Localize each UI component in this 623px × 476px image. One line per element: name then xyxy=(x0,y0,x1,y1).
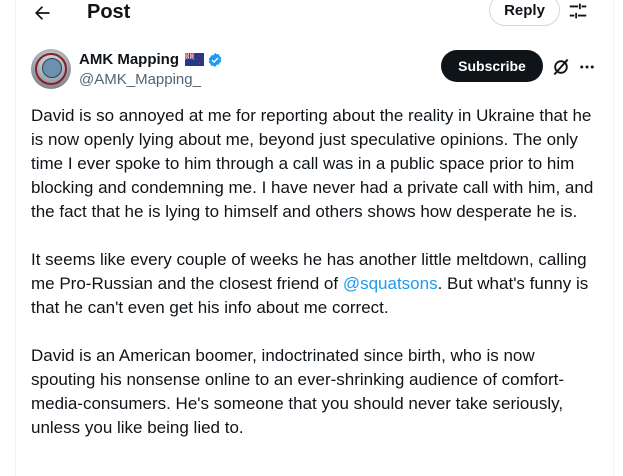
grok-icon xyxy=(553,58,569,76)
post-paragraph-3: David is an American boomer, indoctrinat… xyxy=(31,346,564,437)
more-options-button[interactable] xyxy=(578,58,596,76)
subscribe-button[interactable]: Subscribe xyxy=(441,50,543,82)
post-header: Post Reply xyxy=(0,0,623,36)
back-button[interactable] xyxy=(28,0,56,26)
author-handle[interactable]: @AMK_Mapping_ xyxy=(79,71,201,89)
verified-badge-icon[interactable] xyxy=(207,52,223,68)
avatar-globe xyxy=(42,58,62,78)
post-text: David is so annoyed at me for reporting … xyxy=(31,104,603,464)
more-icon xyxy=(580,65,594,69)
filter-button[interactable] xyxy=(567,0,591,24)
mention-link[interactable]: @squatsons xyxy=(343,274,438,293)
post-paragraph-2: It seems like every couple of weeks he h… xyxy=(31,248,603,320)
author-name[interactable]: AMK Mapping xyxy=(79,51,179,69)
new-zealand-flag-icon xyxy=(185,53,204,66)
filter-icon xyxy=(569,3,587,19)
back-arrow-icon xyxy=(35,6,50,20)
grok-button[interactable] xyxy=(551,57,571,77)
column-border-left xyxy=(15,0,16,476)
post-paragraph-1: David is so annoyed at me for reporting … xyxy=(31,106,594,221)
avatar[interactable] xyxy=(31,49,71,89)
reply-button[interactable]: Reply xyxy=(489,0,560,26)
column-border-right xyxy=(613,0,614,476)
page-title: Post xyxy=(87,1,131,23)
